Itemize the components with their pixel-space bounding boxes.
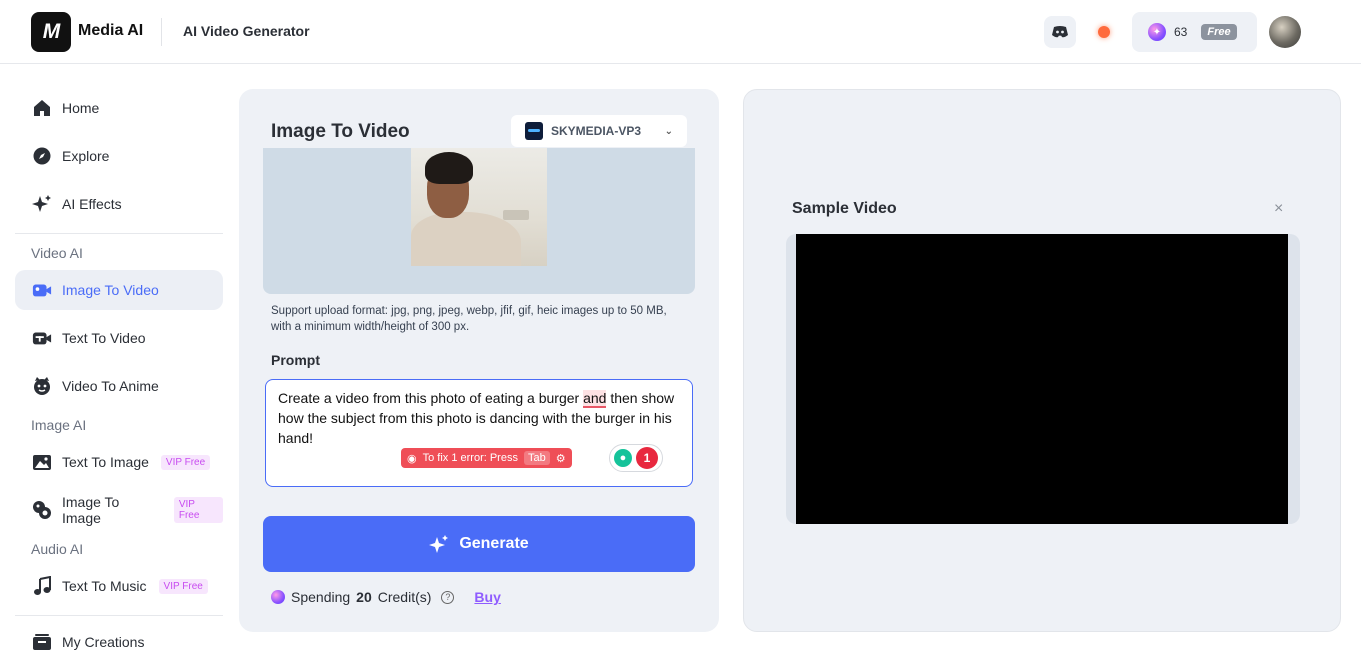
section-audio-ai: Audio AI [31,541,84,557]
image-upload-area[interactable] [263,148,695,294]
logo-text: M [42,20,60,43]
sidebar-item-image-to-image[interactable]: Image To Image VIP Free [15,490,223,530]
close-icon[interactable]: × [1274,200,1283,218]
sidebar-item-text-to-video[interactable]: Text To Video [15,318,223,358]
credits-count: 63 [1174,25,1188,39]
sidebar-item-label: Text To Video [62,330,146,346]
grammar-error-word[interactable]: and [583,390,607,408]
credit-gem-icon: ✦ [1148,23,1166,41]
spending-suffix: Credit(s) [377,589,432,605]
sidebar-item-label: Text To Music [62,578,147,594]
sparkle-icon [429,535,449,553]
folder-icon [32,632,52,652]
photo-wall-switch [503,210,529,220]
spending-prefix: Spending [291,589,351,605]
tab-key-label: Tab [523,451,550,465]
sidebar-item-label: Image To Video [62,282,159,298]
help-icon[interactable]: ? [441,590,455,604]
image-swap-icon [32,500,52,520]
vip-free-badge: VIP Free [160,454,211,470]
video-camera-icon [32,280,52,300]
photo-hair [425,152,473,184]
compass-icon [32,146,52,166]
grammarly-widget[interactable]: ● 1 [609,444,663,472]
image-icon [32,452,52,472]
model-logo-icon [525,122,543,140]
sample-video-panel: Sample Video × [743,89,1341,632]
home-icon [32,98,52,118]
record-dot-icon[interactable] [1098,26,1110,38]
sidebar-item-text-to-music[interactable]: Text To Music VIP Free [15,566,223,606]
chevron-down-icon: ⌄ [664,125,673,137]
vip-free-badge: VIP Free [173,497,223,523]
sidebar-item-explore[interactable]: Explore [15,136,223,176]
error-count-badge: 1 [636,447,658,469]
sidebar-item-label: Video To Anime [62,378,159,394]
sidebar-item-label: Text To Image [62,454,149,470]
prompt-label: Prompt [271,352,320,368]
vip-free-badge: VIP Free [158,578,208,594]
music-note-icon [32,576,52,596]
credits-badge[interactable]: ✦ 63 Free [1132,12,1257,52]
grammarly-icon: ◉ [407,452,417,465]
sidebar-item-label: Image To Image [62,494,120,526]
model-name: SKYMEDIA-VP3 [551,124,642,138]
text-video-icon [32,328,52,348]
uploaded-photo [411,148,547,266]
section-image-ai: Image AI [31,417,87,433]
prompt-text-start: Create a video from this photo of eating… [278,390,584,406]
sample-video-player[interactable] [796,234,1288,524]
model-select[interactable]: SKYMEDIA-VP3 ⌄ [511,115,687,147]
user-avatar[interactable] [1269,16,1301,48]
sidebar-divider [15,615,223,616]
upload-support-text: Support upload format: jpg, png, jpeg, w… [271,305,667,333]
image-to-video-panel: Image To Video SKYMEDIA-VP3 ⌄ Support up… [239,89,719,632]
grammarly-logo-icon: ● [614,449,632,467]
sidebar-item-video-to-anime[interactable]: Video To Anime [15,366,223,406]
sidebar-item-my-creations[interactable]: My Creations [15,622,223,656]
spending-info: Spending 20 Credit(s) ? Buy [271,589,501,605]
spending-amount: 20 [356,589,372,605]
anime-face-icon [32,376,52,396]
discord-icon [1052,26,1068,38]
sidebar-divider [15,233,223,234]
grammar-tip-text: To fix 1 error: Press [422,452,518,464]
sidebar-item-image-to-video[interactable]: Image To Video [15,270,223,310]
discord-button[interactable] [1044,16,1076,48]
photo-shirt [411,212,521,266]
top-header: M Media AI AI Video Generator ✦ 63 Free [0,0,1361,64]
sample-video-title: Sample Video [792,200,897,217]
section-video-ai: Video AI [31,245,83,261]
generate-button[interactable]: Generate [263,516,695,572]
brand-logo[interactable]: M [31,12,71,52]
sidebar-item-label: My Creations [62,634,145,650]
panel-title: Image To Video [271,121,410,142]
sidebar-item-label: AI Effects [62,196,122,212]
sidebar-item-ai-effects[interactable]: AI Effects [15,184,223,224]
sidebar-item-label: Explore [62,148,110,164]
sidebar-item-home[interactable]: Home [15,88,223,128]
sidebar-item-label: Home [62,100,100,116]
buy-link[interactable]: Buy [474,589,500,605]
generate-label: Generate [459,535,529,552]
header-divider [161,18,162,46]
plan-badge: Free [1201,24,1237,40]
sidebar-item-text-to-image[interactable]: Text To Image VIP Free [15,442,223,482]
sparkle-icon [32,194,52,214]
app-title: AI Video Generator [183,23,310,39]
brand-name[interactable]: Media AI [78,22,143,40]
settings-gear-icon: ⚙ [555,452,566,465]
credit-gem-icon [271,590,285,604]
grammar-fix-tooltip[interactable]: ◉ To fix 1 error: Press Tab ⚙ [401,448,572,468]
sidebar: Home Explore AI Effects Video AI Image T… [15,64,223,656]
